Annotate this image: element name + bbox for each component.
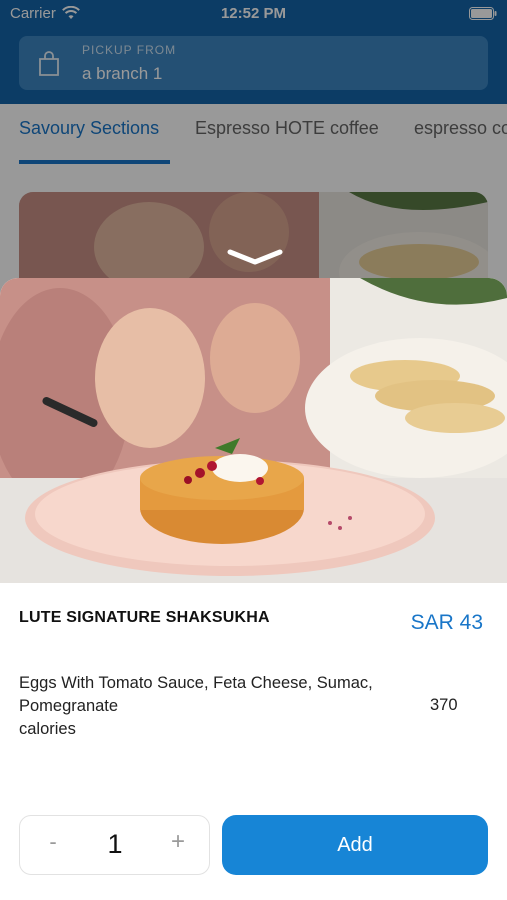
decrease-quantity-button[interactable]: - xyxy=(38,829,68,861)
product-detail-sheet: LUTE SIGNATURE SHAKSUKHA SAR 43 Eggs Wit… xyxy=(0,278,507,900)
product-price: SAR 43 xyxy=(410,611,483,634)
calories-value: 370 xyxy=(430,696,458,714)
increase-quantity-button[interactable]: + xyxy=(163,828,193,860)
quantity-stepper: - 1 + xyxy=(19,815,210,875)
description-line: Pomegranate xyxy=(19,697,119,715)
product-photo xyxy=(0,278,507,583)
product-description: Eggs With Tomato Sauce, Feta Cheese, Sum… xyxy=(19,672,399,741)
product-title: LUTE SIGNATURE SHAKSUKHA xyxy=(19,609,270,626)
description-line: Eggs With Tomato Sauce, Feta Cheese, Sum… xyxy=(19,674,373,692)
quantity-value: 1 xyxy=(107,829,123,859)
calories-label: calories xyxy=(19,720,76,738)
add-to-cart-button[interactable]: Add xyxy=(222,815,488,875)
chevron-down-icon[interactable] xyxy=(227,248,283,266)
